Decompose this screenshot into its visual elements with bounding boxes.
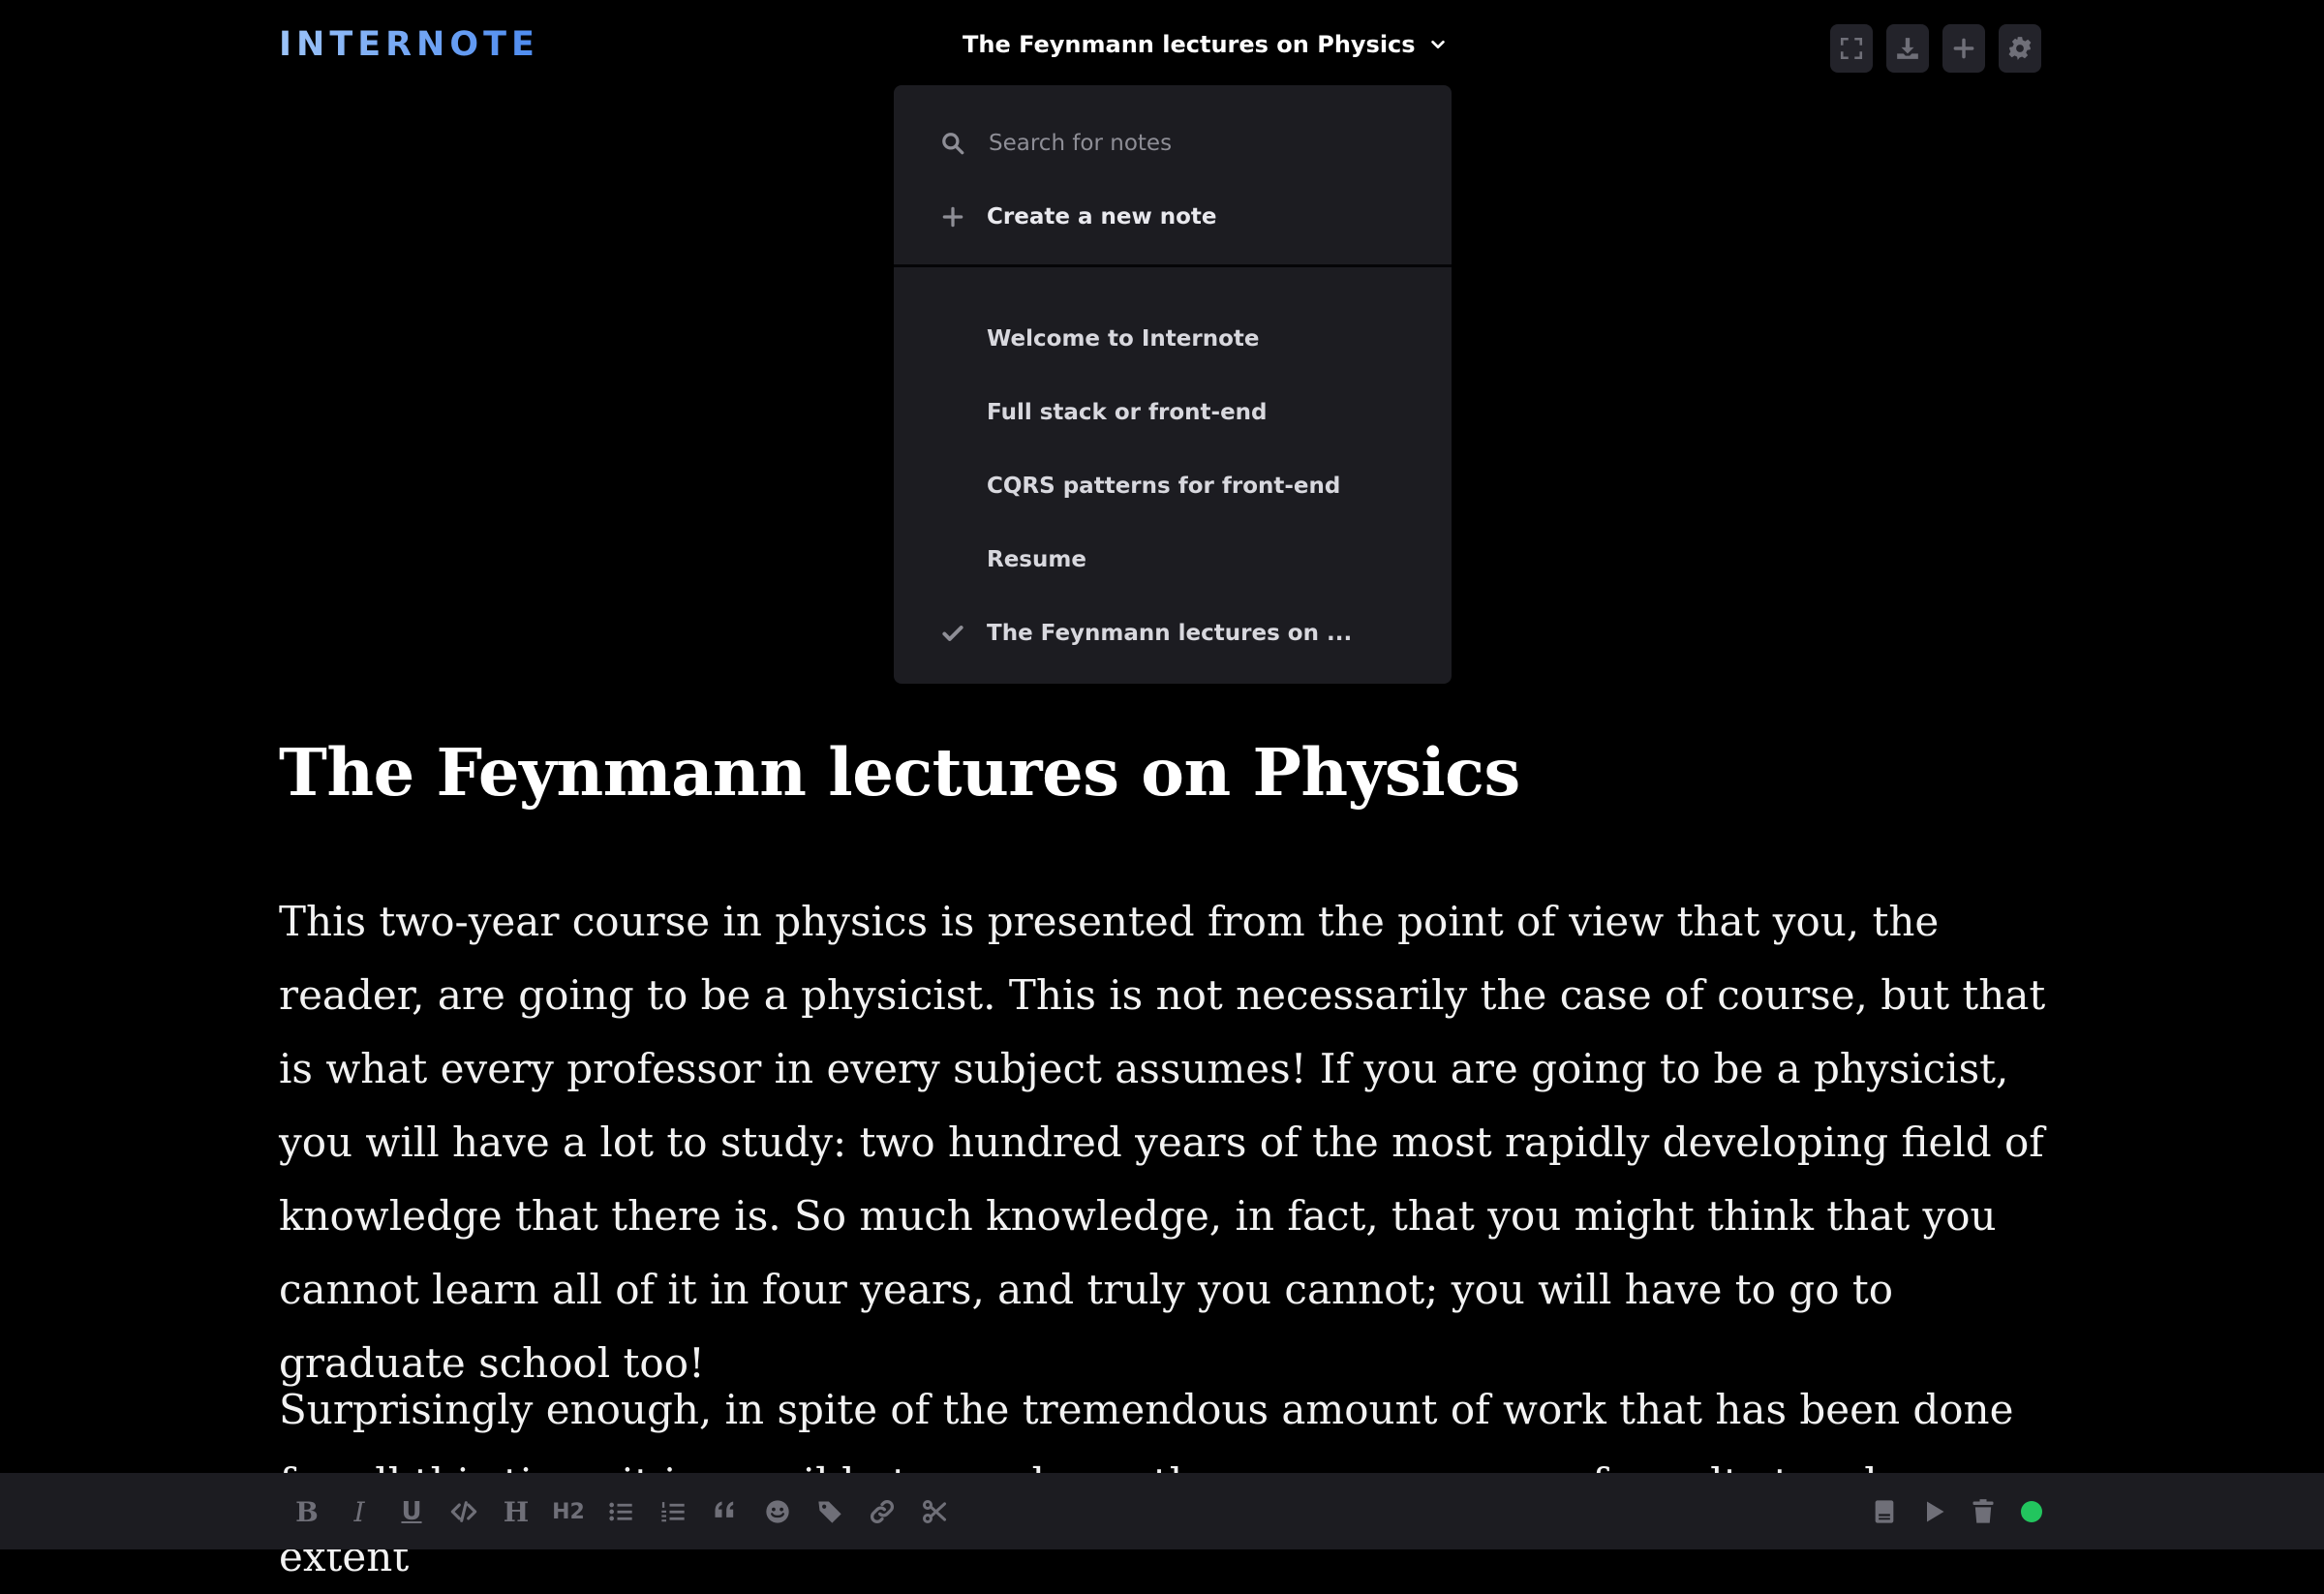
underline-button[interactable]: U [385,1492,438,1531]
gear-icon [2008,37,2032,60]
scissors-icon [922,1499,947,1524]
note-item-label: Welcome to Internote [987,326,1260,352]
note-item[interactable]: Resume [894,533,1452,587]
notebook-button[interactable] [1859,1492,1909,1531]
download-button[interactable] [1886,24,1929,73]
tag-button[interactable] [804,1492,856,1531]
code-button[interactable] [438,1492,490,1531]
emoji-button[interactable] [751,1492,804,1531]
check-icon [938,619,967,648]
search-row [894,116,1452,170]
note-switcher[interactable]: The Feynmann lectures on Physics [963,31,1447,58]
ordered-list-icon [661,1502,685,1522]
quote-icon [715,1501,734,1517]
format-tools: B I U H H2 [281,1492,961,1531]
trash-icon [1972,1499,1993,1523]
settings-button[interactable] [1999,24,2041,73]
heading1-button[interactable]: H [490,1492,542,1531]
note-item-label: Resume [987,547,1086,572]
emoji-icon [766,1500,789,1523]
note-item-label: The Feynmann lectures on ... [987,621,1353,646]
note-item[interactable]: CQRS patterns for front-end [894,459,1452,513]
note-tools [1859,1492,2042,1531]
fullscreen-icon [1840,37,1863,60]
bullet-list-button[interactable] [595,1492,647,1531]
cut-button[interactable] [908,1492,961,1531]
current-note-title: The Feynmann lectures on Physics [963,31,1416,58]
delete-button[interactable] [1958,1492,2007,1531]
note-title[interactable]: The Feynmann lectures on Physics [279,734,1520,811]
link-icon [870,1499,895,1524]
ordered-list-button[interactable] [647,1492,699,1531]
new-note-button[interactable] [1942,24,1985,73]
download-icon [1897,38,1918,59]
tag-icon [818,1501,841,1523]
heading2-button[interactable]: H2 [542,1492,595,1531]
play-button[interactable] [1909,1492,1958,1531]
notes-dropdown: Create a new note Welcome to Internote F… [894,85,1452,684]
code-icon [450,1501,477,1522]
note-item-label: CQRS patterns for front-end [987,474,1341,499]
bullet-list-icon [609,1502,632,1521]
search-input[interactable] [987,130,1417,157]
chevron-down-icon [1430,40,1445,49]
app-logo[interactable]: INTERNOTE [279,25,539,64]
bold-button[interactable]: B [281,1492,333,1531]
create-note-item[interactable]: Create a new note [894,190,1452,244]
sync-status-indicator [2021,1501,2042,1522]
quote-button[interactable] [699,1492,751,1531]
play-icon [1926,1501,1943,1522]
note-item-label: Full stack or front-end [987,400,1268,425]
search-icon [938,129,967,158]
notebook-icon [1875,1500,1893,1523]
create-note-label: Create a new note [987,204,1217,230]
top-actions [1830,24,2041,73]
note-item[interactable]: Full stack or front-end [894,385,1452,440]
fullscreen-button[interactable] [1830,24,1873,73]
editor-toolbar: B I U H H2 [0,1473,2324,1549]
plus-icon [938,202,967,231]
note-item-selected[interactable]: The Feynmann lectures on ... [894,606,1452,660]
note-item[interactable]: Welcome to Internote [894,312,1452,366]
italic-button[interactable]: I [333,1492,385,1531]
link-button[interactable] [856,1492,908,1531]
plus-icon [1953,38,1974,59]
note-paragraph[interactable]: This two-year course in physics is prese… [279,885,2051,1400]
